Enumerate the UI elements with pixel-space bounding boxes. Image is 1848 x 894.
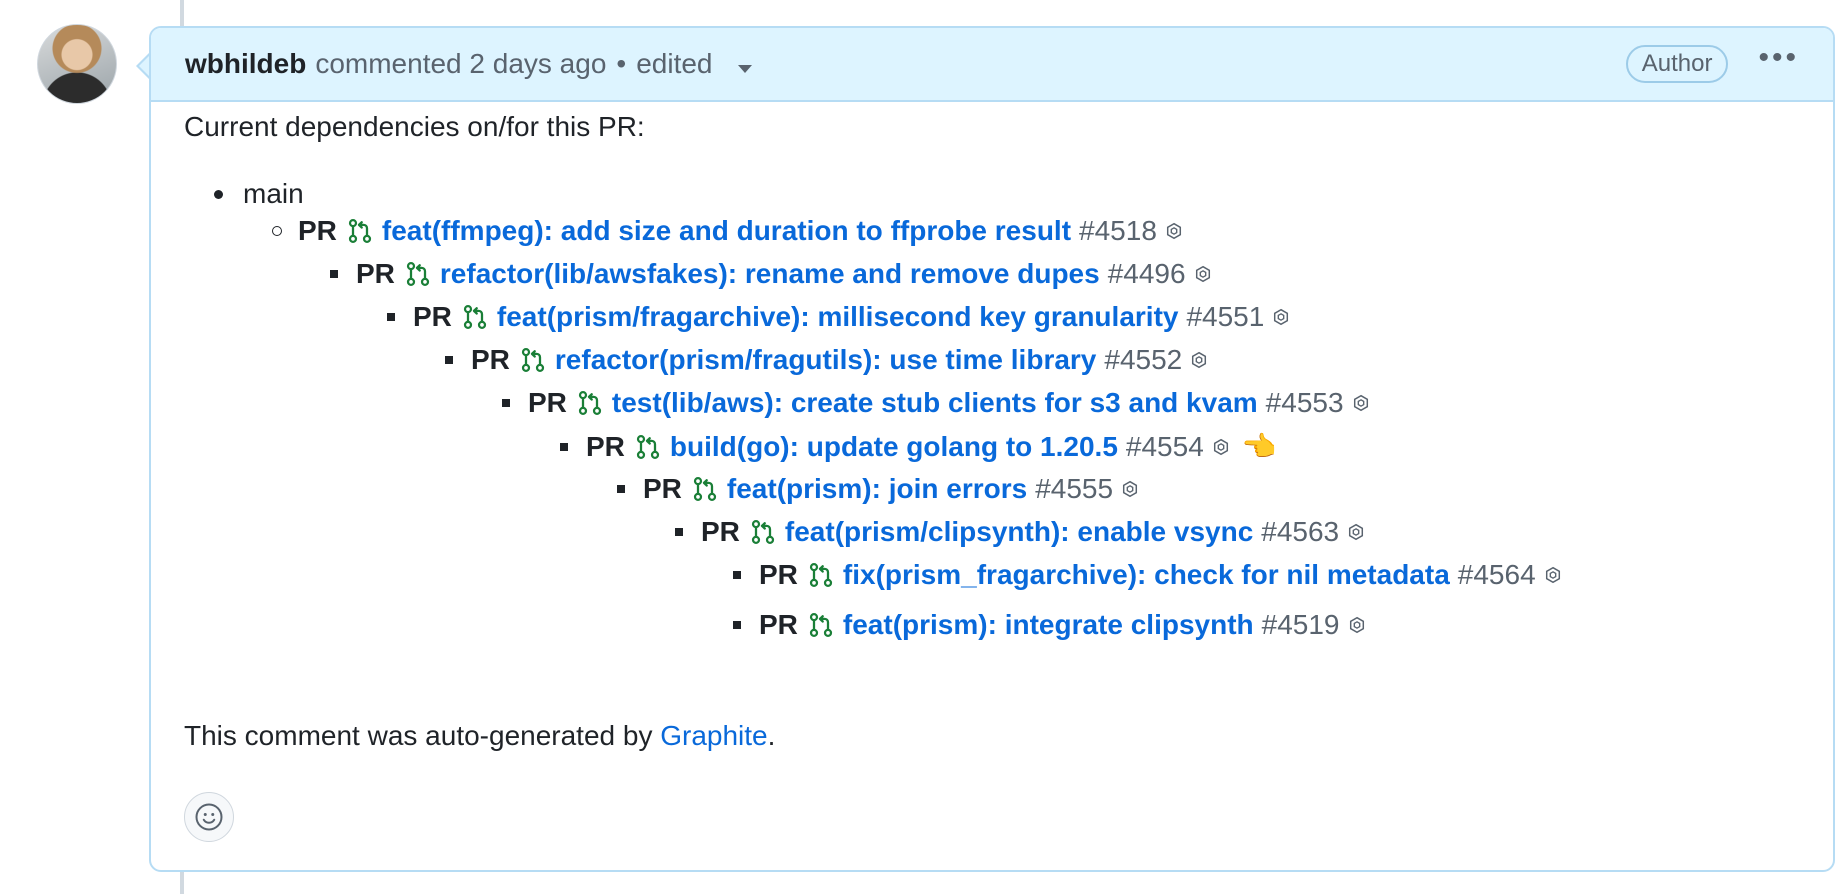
pr-prefix: PR [586, 430, 625, 462]
graphite-icon[interactable] [1194, 265, 1212, 283]
git-pull-request-icon [809, 563, 833, 587]
bullet-square [733, 571, 741, 579]
bullet-disc [214, 189, 223, 199]
git-pull-request-icon [809, 613, 833, 637]
pr-title-link[interactable]: refactor(lib/awsfakes): rename and remov… [440, 258, 1100, 290]
pr-prefix: PR [528, 387, 567, 418]
graphite-icon[interactable] [1544, 566, 1562, 584]
pr-number[interactable]: #4553 [1266, 387, 1344, 419]
avatar[interactable] [37, 24, 117, 104]
separator: • [616, 48, 627, 79]
comment-action-text[interactable]: commented 2 days ago [315, 48, 606, 80]
list-item-pr: PR feat(prism): join errors #4555 [617, 473, 1151, 505]
pr-title-link[interactable]: feat(prism/fragarchive): millisecond key… [497, 301, 1179, 333]
git-pull-request-icon [463, 305, 487, 329]
list-item-pr: PR refactor(lib/awsfakes): rename and re… [330, 258, 1224, 290]
pr-number[interactable]: #4563 [1261, 516, 1339, 548]
list-item-pr: PR feat(prism): integrate clipsynth #451… [733, 609, 1378, 641]
list-item-pr: PR fix(prism_fragarchive): check for nil… [733, 559, 1574, 591]
pr-title-link[interactable]: feat(prism): join errors [727, 473, 1027, 505]
git-pull-request-icon [693, 477, 717, 501]
pr-prefix: PR [471, 344, 510, 375]
bullet-square [502, 399, 510, 407]
author-name[interactable]: wbhildeb [185, 48, 306, 80]
bullet-square [387, 313, 395, 321]
list-item-pr: PR refactor(prism/fragutils): use time l… [445, 344, 1220, 376]
pr-number[interactable]: #4519 [1262, 609, 1340, 641]
smiley-icon[interactable] [194, 802, 224, 832]
footer-text: This comment was auto-generated by Graph… [184, 720, 775, 752]
git-pull-request-icon [348, 219, 372, 243]
list-item-pr: PR feat(ffmpeg): add size and duration t… [272, 215, 1195, 247]
comment-intro: Current dependencies on/for this PR: [184, 111, 645, 142]
pr-prefix: PR [356, 258, 395, 289]
git-pull-request-icon [636, 434, 660, 459]
edited-dropdown[interactable]: edited [636, 48, 753, 80]
current-pr-pointer-icon: 👈 [1241, 431, 1277, 462]
bullet-square [675, 528, 683, 536]
pr-prefix: PR [413, 301, 452, 332]
graphite-icon[interactable] [1272, 308, 1290, 326]
git-pull-request-icon [521, 348, 545, 372]
graphite-icon[interactable] [1352, 394, 1370, 412]
list-item-pr: PR test(lib/aws): create stub clients fo… [502, 387, 1382, 419]
pr-number[interactable]: #4552 [1104, 344, 1182, 376]
graphite-icon[interactable] [1212, 438, 1230, 456]
graphite-icon[interactable] [1348, 616, 1366, 634]
footer-suffix: . [767, 720, 776, 751]
edited-label[interactable]: edited [636, 48, 712, 79]
pr-title-link[interactable]: refactor(prism/fragutils): use time libr… [555, 344, 1096, 376]
pr-title-link[interactable]: feat(ffmpeg): add size and duration to f… [382, 215, 1071, 247]
bullet-circle [272, 226, 282, 236]
author-badge: Author [1625, 45, 1729, 83]
list-item-pr: PR feat(prism/fragarchive): millisecond … [387, 301, 1302, 333]
git-pull-request-icon [406, 262, 430, 286]
pr-title-link[interactable]: feat(prism): integrate clipsynth [843, 609, 1254, 641]
pr-number[interactable]: #4551 [1186, 301, 1264, 333]
add-reaction-button[interactable] [184, 792, 234, 842]
graphite-icon[interactable] [1347, 523, 1365, 541]
pr-number[interactable]: #4518 [1079, 215, 1157, 247]
bullet-square [560, 442, 568, 451]
pr-title-link[interactable]: feat(prism/clipsynth): enable vsync [785, 516, 1253, 548]
pr-title-link[interactable]: test(lib/aws): create stub clients for s… [612, 387, 1258, 419]
pr-number[interactable]: #4554 [1126, 431, 1204, 463]
kebab-horizontal-icon[interactable]: ••• [1758, 43, 1799, 85]
git-pull-request-icon [751, 520, 775, 544]
graphite-icon[interactable] [1190, 351, 1208, 369]
pr-title-link[interactable]: build(go): update golang to 1.20.5 [670, 431, 1118, 463]
bullet-square [330, 270, 338, 278]
bullet-square [617, 485, 625, 493]
bullet-square [445, 356, 453, 364]
pr-number[interactable]: #4564 [1458, 559, 1536, 591]
pr-prefix: PR [759, 559, 798, 590]
pr-prefix: PR [643, 473, 682, 504]
bullet-square [733, 621, 741, 629]
graphite-icon[interactable] [1165, 222, 1183, 240]
pr-prefix: PR [298, 215, 337, 246]
pr-prefix: PR [701, 516, 740, 547]
list-item-root: main [214, 178, 304, 210]
chevron-down-icon[interactable] [738, 65, 753, 73]
pr-number[interactable]: #4555 [1035, 473, 1113, 505]
pr-title-link[interactable]: fix(prism_fragarchive): check for nil me… [843, 559, 1450, 591]
pr-number[interactable]: #4496 [1108, 258, 1186, 290]
comment-header: wbhildeb commented 2 days ago • edited A… [151, 28, 1833, 102]
footer-prefix: This comment was auto-generated by [184, 720, 661, 751]
list-item-pr: PR build(go): update golang to 1.20.5 #4… [560, 430, 1277, 463]
list-item-pr: PR feat(prism/clipsynth): enable vsync #… [675, 516, 1377, 548]
pr-prefix: PR [759, 609, 798, 640]
graphite-icon[interactable] [1121, 480, 1139, 498]
graphite-link[interactable]: Graphite [660, 720, 767, 751]
git-pull-request-icon [578, 391, 602, 415]
root-branch: main [243, 178, 304, 209]
